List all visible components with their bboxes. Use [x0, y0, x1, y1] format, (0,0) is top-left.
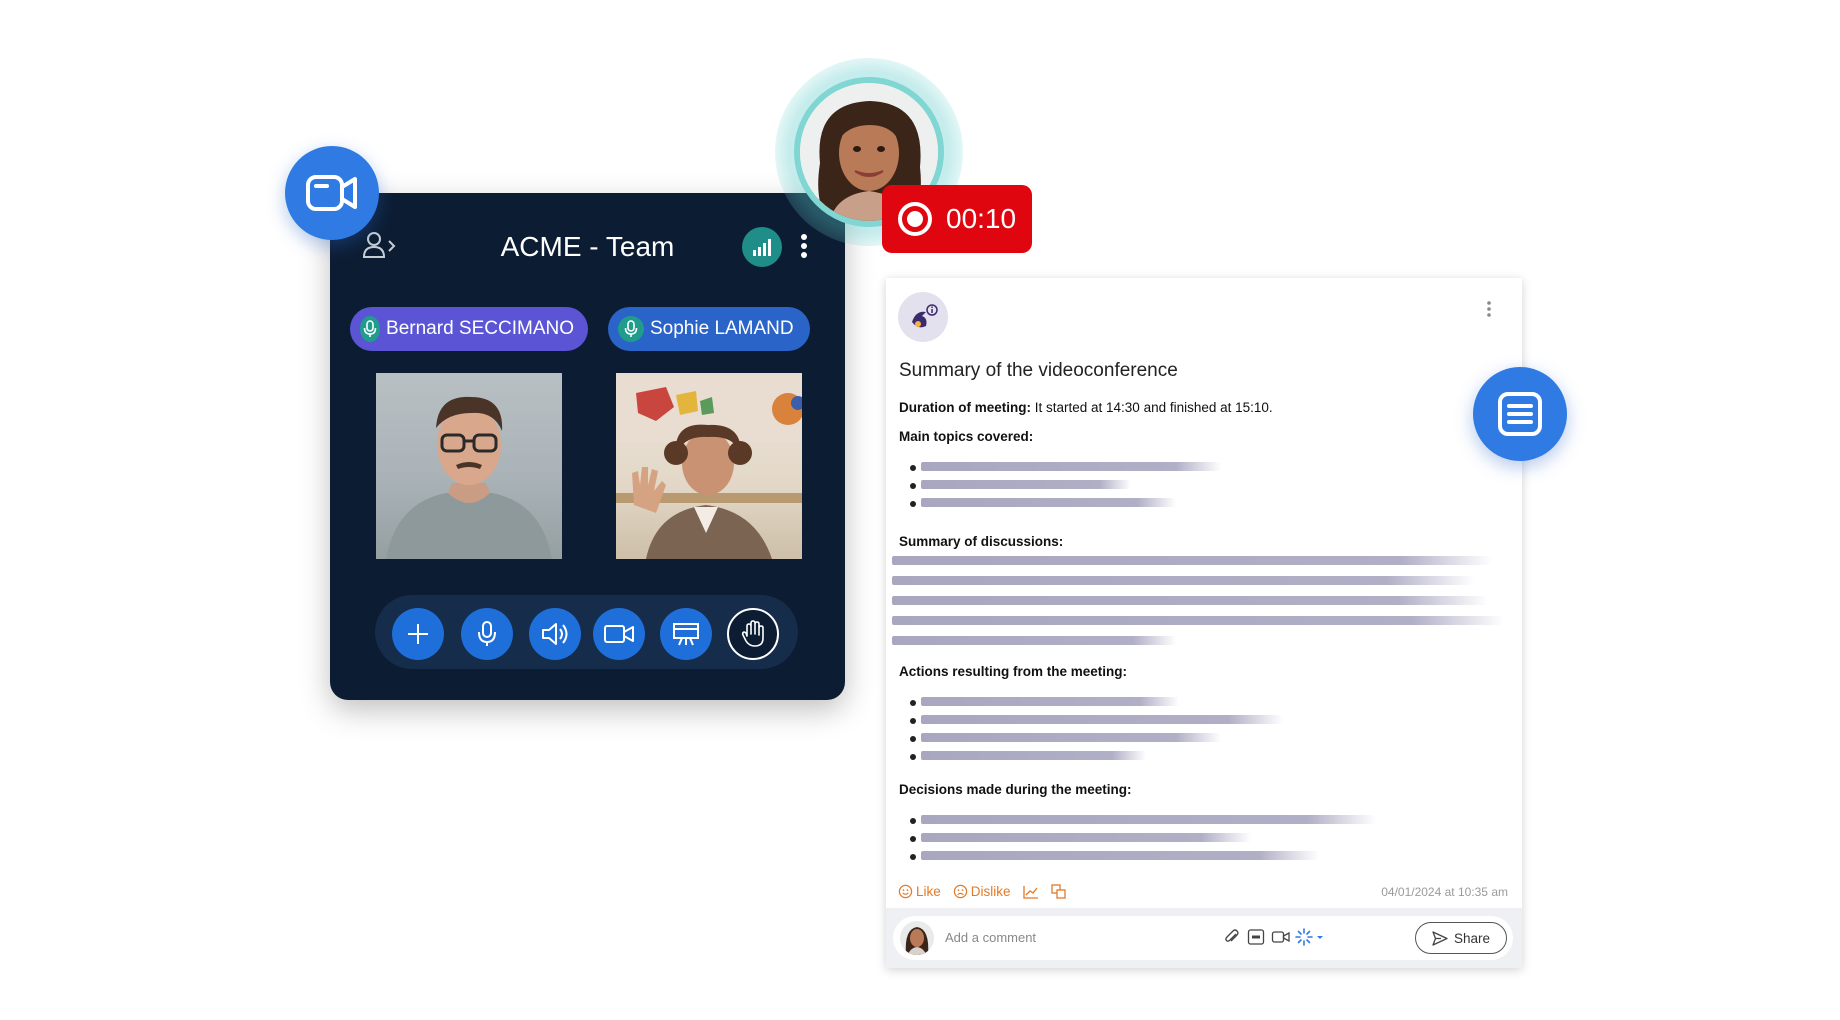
participant-name: Sophie LAMAND — [650, 318, 794, 339]
main-topics-label: Main topics covered: — [899, 429, 1034, 444]
redacted-text-line — [892, 576, 1474, 585]
post-more-options-icon[interactable] — [1486, 300, 1492, 323]
redacted-text-line — [892, 636, 1176, 645]
list-bullet — [910, 501, 916, 507]
redacted-text-line — [892, 596, 1488, 605]
summary-post-card: Summary of the videoconference Duration … — [886, 278, 1522, 968]
video-tile-2[interactable] — [616, 373, 802, 559]
comment-placeholder: Add a comment — [945, 930, 1037, 945]
redacted-text-line — [921, 733, 1221, 742]
actions-label: Actions resulting from the meeting: — [899, 664, 1128, 679]
video-call-badge — [285, 146, 379, 240]
camera-icon — [604, 625, 634, 643]
redacted-text-line — [921, 480, 1131, 489]
duration-label: Duration of meeting: — [899, 400, 1031, 415]
redacted-text-line — [921, 462, 1221, 471]
reaction-bar: Like Dislike — [898, 884, 1067, 899]
participant-video-image — [616, 373, 802, 559]
call-controls-bar — [375, 595, 798, 669]
video-camera-icon — [306, 175, 357, 211]
list-bullet — [910, 754, 916, 760]
microphone-icon — [478, 621, 496, 646]
redacted-text-line — [921, 815, 1376, 824]
raise-hand-button[interactable] — [727, 608, 779, 660]
presentation-icon — [673, 623, 699, 646]
smile-icon — [898, 884, 913, 899]
redacted-text-line — [921, 697, 1179, 706]
more-options-icon[interactable] — [800, 233, 808, 264]
user-avatar-image — [900, 921, 934, 955]
list-bullet — [910, 818, 916, 824]
send-icon — [1432, 930, 1448, 946]
microphone-icon — [360, 316, 381, 342]
duration-line: Duration of meeting: It started at 14:30… — [899, 400, 1273, 415]
redacted-text-line — [921, 833, 1251, 842]
microphone-icon — [618, 316, 644, 342]
ai-sparkle-icon[interactable] — [1295, 928, 1325, 951]
share-button[interactable]: Share — [1415, 922, 1507, 954]
attachment-icon[interactable] — [1223, 928, 1241, 951]
video-icon[interactable] — [1271, 928, 1291, 951]
speaker-button[interactable] — [529, 608, 581, 660]
participant-chip-1[interactable]: Bernard SECCIMANO — [350, 307, 588, 351]
stats-button[interactable] — [1022, 885, 1039, 899]
chart-icon — [1022, 885, 1038, 899]
signal-strength-icon[interactable] — [742, 227, 782, 267]
add-button[interactable] — [392, 608, 444, 660]
conference-panel: ACME - Team Bernard SECCIMANO Sophie LAM… — [330, 193, 845, 700]
duration-text: It started at 14:30 and finished at 15:1… — [1031, 400, 1273, 415]
dislike-button[interactable]: Dislike — [953, 884, 1011, 899]
document-icon — [1498, 392, 1542, 436]
like-button[interactable]: Like — [898, 884, 941, 899]
list-bullet — [910, 854, 916, 860]
list-bullet — [910, 483, 916, 489]
summary-title: Summary of the videoconference — [899, 360, 1178, 381]
assistant-logo-icon — [898, 292, 948, 342]
dislike-label: Dislike — [970, 884, 1011, 899]
list-bullet — [910, 700, 916, 706]
post-timestamp: 04/01/2024 at 10:35 am — [1381, 885, 1508, 899]
list-bullet — [910, 718, 916, 724]
list-bullet — [910, 836, 916, 842]
redacted-text-line — [921, 751, 1146, 760]
frown-icon — [953, 884, 967, 899]
translate-icon — [1050, 884, 1066, 899]
discussions-label: Summary of discussions: — [899, 534, 1064, 549]
raise-hand-icon — [741, 620, 764, 647]
participant-name: Bernard SECCIMANO — [386, 318, 574, 339]
recording-timer: 00:10 — [946, 203, 1017, 234]
record-icon — [898, 202, 932, 236]
recording-indicator[interactable]: 00:10 — [882, 185, 1032, 253]
participant-video-image — [386, 396, 552, 559]
translate-button[interactable] — [1050, 884, 1067, 899]
microphone-button[interactable] — [461, 608, 513, 660]
add-icon — [408, 624, 428, 644]
list-bullet — [910, 465, 916, 471]
redacted-text-line — [921, 715, 1283, 724]
like-label: Like — [916, 884, 941, 899]
comment-input-box[interactable]: Add a comment Share — [893, 916, 1513, 960]
gif-icon[interactable] — [1247, 928, 1265, 951]
redacted-text-line — [892, 556, 1492, 565]
user-avatar — [900, 921, 934, 955]
document-summary-badge — [1473, 367, 1567, 461]
share-label: Share — [1453, 930, 1491, 946]
decisions-label: Decisions made during the meeting: — [899, 782, 1132, 797]
speaker-icon — [542, 623, 568, 645]
list-bullet — [910, 736, 916, 742]
comment-bar: Add a comment Share — [886, 908, 1522, 968]
present-screen-button[interactable] — [660, 608, 712, 660]
participant-chip-2[interactable]: Sophie LAMAND — [608, 307, 810, 351]
camera-button[interactable] — [593, 608, 645, 660]
redacted-text-line — [921, 498, 1176, 507]
redacted-text-line — [892, 616, 1504, 625]
redacted-text-line — [921, 851, 1319, 860]
video-tile-1[interactable] — [376, 373, 562, 559]
